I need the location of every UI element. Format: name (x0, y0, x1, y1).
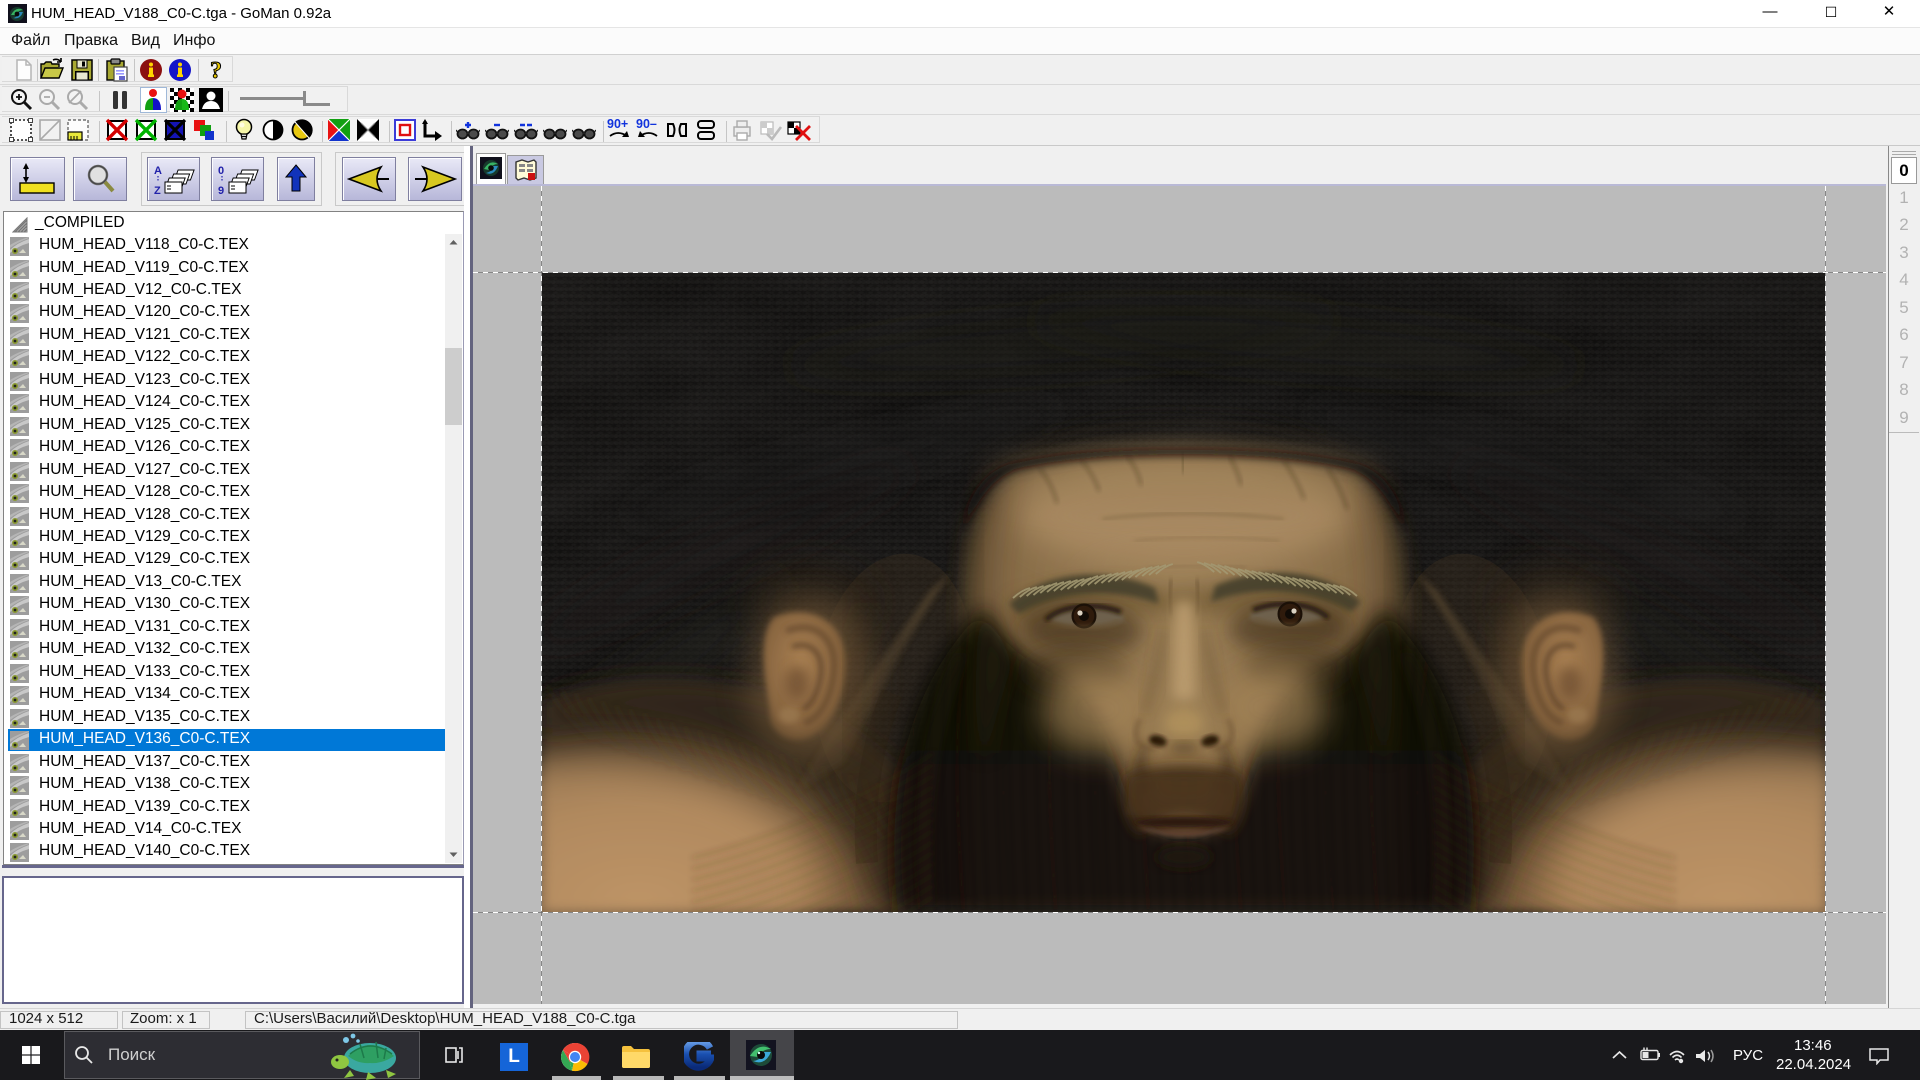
svg-text:9: 9 (218, 185, 224, 196)
svg-text:0: 0 (218, 165, 224, 177)
svg-text:A: A (154, 165, 162, 177)
svg-text:?: ? (210, 58, 222, 82)
svg-text:Z: Z (154, 185, 161, 196)
svg-text:90+: 90+ (607, 118, 628, 131)
svg-text:90–: 90– (636, 118, 657, 131)
